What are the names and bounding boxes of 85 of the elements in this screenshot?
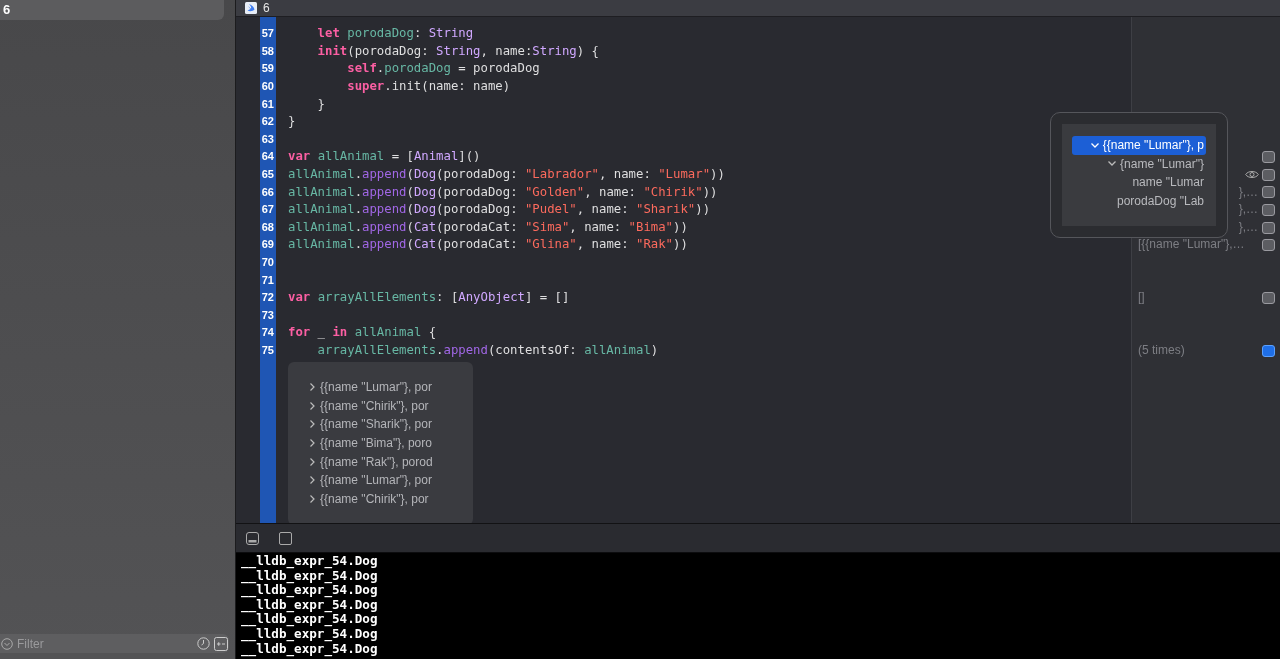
- result-item[interactable]: {{name "Lumar"}, por: [310, 470, 473, 490]
- line-number: 59: [260, 61, 275, 77]
- line-number: 61: [260, 96, 275, 112]
- split-panel-icon[interactable]: [279, 531, 292, 545]
- result-value: },…: [1238, 218, 1258, 236]
- quick-look-button[interactable]: [1262, 239, 1275, 252]
- line-number: 66: [260, 184, 275, 200]
- console-line: __lldb_expr_54.Dog: [241, 626, 379, 642]
- result-text: {{name "Chirik"}, por: [320, 490, 429, 508]
- code-line: allAnimal.append(Cat(porodaCat: "Sima", name: "Bima")): [288, 218, 688, 236]
- result-item[interactable]: {{name "Chirik"}, por: [310, 396, 473, 416]
- code-line: init(porodaDog: String, name:String) {: [316, 42, 599, 60]
- result-text: {{name "Bima"}, poro: [320, 435, 432, 453]
- code-line: }: [316, 95, 326, 113]
- clock-icon[interactable]: [197, 637, 210, 650]
- line-number: 60: [260, 78, 275, 94]
- result-value: [{{name "Lumar"},…: [1138, 236, 1245, 254]
- code-line: let porodaDog: String: [316, 25, 474, 43]
- code-line: allAnimal.append(Dog(porodaDog: "Golden", name: "Chirik")): [288, 183, 718, 201]
- tree-row[interactable]: name "Lumar: [1072, 173, 1206, 192]
- line-number: 75: [260, 342, 275, 358]
- console-line: __lldb_expr_54.Dog: [241, 597, 379, 613]
- tab-title[interactable]: 6: [263, 0, 270, 17]
- result-item[interactable]: {{name "Lumar"}, por: [310, 378, 473, 397]
- result-value: },…: [1238, 183, 1258, 201]
- line-number: 57: [260, 26, 275, 42]
- quick-look-button[interactable]: [1262, 291, 1275, 304]
- code-line: var arrayAllElements: [AnyObject] = []: [288, 289, 570, 307]
- quick-look-button[interactable]: [1262, 168, 1275, 181]
- console-line: __lldb_expr_54.Dog: [241, 583, 379, 598]
- line-number: 70: [260, 254, 275, 270]
- console-line: __lldb_expr_54.Dog: [241, 568, 379, 584]
- line-number: 67: [260, 202, 275, 218]
- quick-look-button[interactable]: [1262, 344, 1275, 357]
- filter-input[interactable]: Filter: [17, 634, 193, 653]
- console-line: __lldb_expr_54.Dog: [241, 641, 379, 657]
- line-number: 74: [260, 325, 275, 341]
- code-line: allAnimal.append(Cat(porodaCat: "Glina", name: "Rak")): [288, 236, 688, 254]
- result-text: {{name "Rak"}, porod: [320, 453, 433, 471]
- line-number: 58: [260, 43, 275, 59]
- result-text: {{name "Lumar"}, por: [320, 472, 432, 490]
- code-line: allAnimal.append(Dog(porodaDog: "Pudel", name: "Sharik")): [288, 201, 711, 219]
- result-value: (5 times): [1138, 341, 1185, 359]
- tree-row[interactable]: {{name "Lumar"}, p: [1072, 136, 1206, 155]
- line-number: 73: [260, 307, 275, 323]
- result-item[interactable]: {{name "Sharik"}, por: [310, 415, 473, 434]
- console-line: __lldb_expr_54.Dog: [241, 612, 379, 627]
- line-number: 68: [260, 219, 275, 235]
- code-line: }: [288, 113, 296, 131]
- code-line: var allAnimal = [Animal](): [288, 148, 481, 166]
- line-number: 64: [260, 149, 275, 165]
- result-value: },…: [1238, 201, 1258, 219]
- line-number: 72: [260, 290, 275, 306]
- tree-row[interactable]: porodaDog "Lab: [1072, 191, 1206, 210]
- console-line: __lldb_expr_54.Dog: [241, 554, 379, 569]
- quick-look-button[interactable]: [1262, 221, 1275, 234]
- chevron-right-icon: [310, 420, 315, 429]
- quick-look-button[interactable]: [1262, 186, 1275, 199]
- result-text: {{name "Chirik"}, por: [320, 397, 429, 415]
- result-text: {{name "Lumar"}, por: [320, 379, 432, 397]
- line-number: 62: [260, 114, 275, 130]
- result-text: {{name "Sharik"}, por: [320, 416, 432, 434]
- sidebar-item[interactable]: 6: [0, 0, 224, 20]
- code-line: allAnimal.append(Dog(porodaDog: "Labrador", name: "Lumar")): [288, 165, 725, 183]
- code-line: for _ in allAnimal {: [288, 324, 437, 342]
- tree-row[interactable]: {name "Lumar"}: [1072, 154, 1206, 173]
- plus-minus-icon[interactable]: [214, 636, 228, 651]
- swift-file-icon: [245, 2, 257, 14]
- code-line: super.init(name: name): [346, 77, 511, 95]
- code-line: arrayAllElements.append(contentsOf: allAnimal): [316, 341, 659, 359]
- code-line: self.porodaDog = porodaDog: [346, 60, 540, 78]
- line-number: 63: [260, 131, 275, 147]
- eye-icon[interactable]: [1245, 170, 1259, 180]
- result-item[interactable]: {{name "Bima"}, poro: [310, 433, 473, 453]
- hide-panel-icon[interactable]: [246, 531, 259, 545]
- line-number: 71: [260, 272, 275, 288]
- result-item[interactable]: {{name "Chirik"}, por: [310, 489, 473, 509]
- quick-look-button[interactable]: [1262, 203, 1275, 216]
- filter-field[interactable]: Filter: [0, 634, 229, 653]
- line-number: 65: [260, 166, 275, 182]
- line-number: 69: [260, 237, 275, 253]
- chevron-down-icon[interactable]: [1108, 161, 1117, 167]
- result-item[interactable]: {{name "Rak"}, porod: [310, 452, 473, 471]
- result-value: []: [1138, 289, 1145, 307]
- quick-look-button[interactable]: [1262, 151, 1275, 164]
